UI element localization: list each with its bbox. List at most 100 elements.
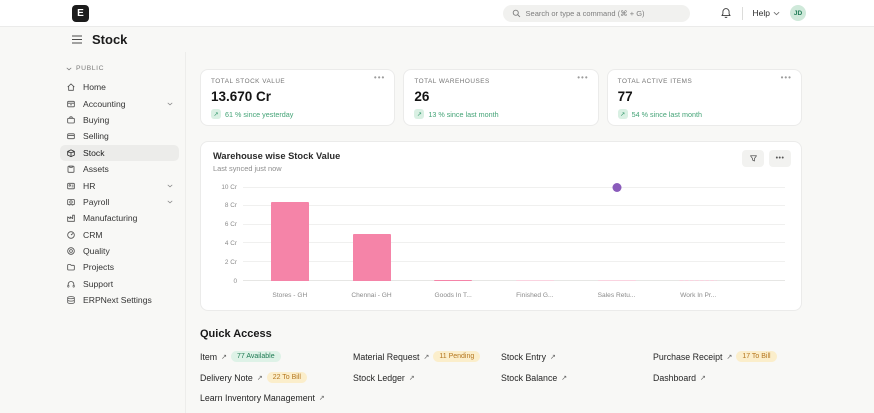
quick-access-title: Quick Access (200, 328, 802, 340)
sidebar-item-label: Projects (83, 262, 114, 272)
sidebar-item-label: Accounting (83, 99, 126, 109)
selling-icon (66, 131, 76, 141)
sidebar-item-crm[interactable]: CRM (60, 227, 179, 243)
sidebar-item-projects[interactable]: Projects (60, 259, 179, 275)
qa-label: Material Request (353, 352, 420, 362)
bar-stores-gh[interactable] (271, 202, 309, 281)
sidebar-item-manufacturing[interactable]: Manufacturing (60, 210, 179, 226)
external-link-icon: ↗ (257, 374, 263, 382)
sidebar-item-support[interactable]: Support (60, 276, 179, 292)
more-options-icon[interactable]: ••• (781, 73, 792, 82)
external-link-icon: ↗ (409, 374, 415, 382)
trend-up-icon: ↗ (618, 109, 628, 119)
stat-change: ↗ 54 % since last month (618, 109, 791, 119)
chevron-down-icon[interactable] (167, 184, 173, 188)
y-tick: 10 Cr (213, 184, 237, 191)
qa-badge[interactable]: 17 To Bill (736, 351, 776, 362)
chevron-down-icon[interactable] (167, 102, 173, 106)
search-input[interactable]: Search or type a command (⌘ + G) (503, 5, 690, 22)
sidebar-item-payroll[interactable]: Payroll (60, 194, 179, 210)
sidebar-item-assets[interactable]: Assets (60, 161, 179, 177)
sidebar-item-home[interactable]: Home (60, 79, 179, 95)
sidebar-item-quality[interactable]: Quality (60, 243, 179, 259)
external-link-icon: ↗ (221, 353, 227, 361)
external-link-icon: ↗ (424, 353, 430, 361)
sidebar-item-label: Manufacturing (83, 213, 137, 223)
payroll-icon (66, 197, 76, 207)
stat-card-total-warehouses: TOTAL WAREHOUSES ••• 26 ↗ 13 % since las… (403, 69, 598, 126)
bar-chennai-gh[interactable] (353, 234, 391, 281)
chart-more-button[interactable]: ••• (769, 150, 791, 167)
y-tick: 8 Cr (213, 202, 237, 209)
sidebar-item-label: Assets (83, 164, 109, 174)
qa-label: Item (200, 352, 217, 362)
stat-value: 13.670 Cr (211, 89, 384, 104)
more-options-icon[interactable]: ••• (374, 73, 385, 82)
x-tick: Chennai - GH (331, 292, 413, 299)
qa-item-learn-inventory-management[interactable]: Learn Inventory Management ↗ (200, 393, 802, 403)
x-axis-labels: Stores - GH Chennai - GH Goods In T... F… (249, 292, 739, 299)
trend-up-icon: ↗ (211, 109, 221, 119)
qa-item-purchase-receipt[interactable]: Purchase Receipt ↗ 17 To Bill (653, 351, 802, 362)
qa-badge[interactable]: 77 Available (231, 351, 281, 362)
ellipsis-icon: ••• (776, 155, 785, 162)
qa-label: Stock Ledger (353, 373, 405, 383)
bar-work-in-progress[interactable] (679, 280, 717, 281)
help-menu[interactable]: Help (753, 8, 780, 18)
quick-access-section: Quick Access Item ↗ 77 Available Materia… (200, 328, 802, 403)
sidebar-section-public[interactable]: PUBLIC (66, 65, 185, 72)
qa-item-stock-ledger[interactable]: Stock Ledger ↗ (353, 372, 501, 383)
more-options-icon[interactable]: ••• (577, 73, 588, 82)
sidebar-item-accounting[interactable]: Accounting (60, 95, 179, 111)
stat-change-text: 61 % since yesterday (225, 110, 293, 119)
search-placeholder: Search or type a command (⌘ + G) (526, 9, 645, 18)
qa-item-stock-balance[interactable]: Stock Balance ↗ (501, 372, 653, 383)
stat-label: TOTAL STOCK VALUE (211, 78, 384, 85)
chart-card: Warehouse wise Stock Value Last synced j… (200, 141, 802, 311)
chevron-down-icon[interactable] (167, 200, 173, 204)
qa-item-stock-entry[interactable]: Stock Entry ↗ (501, 351, 653, 362)
sidebar-item-label: Home (83, 82, 106, 92)
y-tick: 0 (213, 278, 237, 285)
chart-subtitle: Last synced just now (213, 164, 789, 173)
sidebar-item-stock[interactable]: Stock (60, 145, 179, 161)
sidebar: PUBLIC Home Accounting Buying Selling (0, 52, 186, 413)
y-tick: 2 Cr (213, 259, 237, 266)
stat-change-text: 13 % since last month (428, 110, 498, 119)
external-link-icon: ↗ (726, 353, 732, 361)
quality-icon (66, 246, 76, 256)
avatar[interactable]: JD (790, 5, 806, 21)
qa-item-material-request[interactable]: Material Request ↗ 11 Pending (353, 351, 501, 362)
hamburger-menu-icon[interactable] (71, 35, 83, 44)
sidebar-item-selling[interactable]: Selling (60, 128, 179, 144)
stock-icon (66, 148, 76, 158)
bar-sales-return[interactable] (598, 280, 636, 282)
qa-label: Purchase Receipt (653, 352, 722, 362)
sidebar-item-label: Quality (83, 246, 110, 256)
qa-item-dashboard[interactable]: Dashboard ↗ (653, 372, 802, 383)
x-tick: Finished G... (494, 292, 576, 299)
bar-finished-goods[interactable] (516, 280, 554, 282)
qa-label: Stock Entry (501, 352, 546, 362)
x-tick: Goods In T... (412, 292, 494, 299)
crm-icon (66, 230, 76, 240)
qa-label: Delivery Note (200, 373, 253, 383)
sidebar-item-hr[interactable]: HR (60, 177, 179, 193)
qa-badge[interactable]: 11 Pending (433, 351, 480, 362)
chart-dot[interactable] (612, 183, 621, 192)
sidebar-item-label: ERPNext Settings (83, 295, 152, 305)
qa-item-delivery-note[interactable]: Delivery Note ↗ 22 To Bill (200, 372, 353, 383)
stat-card-total-active-items: TOTAL ACTIVE ITEMS ••• 77 ↗ 54 % since l… (607, 69, 802, 126)
qa-item-item[interactable]: Item ↗ 77 Available (200, 351, 353, 362)
notifications-button[interactable] (720, 7, 732, 19)
sidebar-item-label: Payroll (83, 197, 109, 207)
sidebar-item-erpnext-settings[interactable]: ERPNext Settings (60, 292, 179, 308)
topbar: E Search or type a command (⌘ + G) Help … (0, 0, 874, 27)
erpnext-logo-icon[interactable]: E (72, 5, 89, 22)
buying-icon (66, 115, 76, 125)
qa-badge[interactable]: 22 To Bill (267, 372, 307, 383)
filter-button[interactable] (742, 150, 764, 167)
bar-goods-in-transit[interactable] (434, 280, 472, 282)
qa-label: Stock Balance (501, 373, 557, 383)
sidebar-item-buying[interactable]: Buying (60, 112, 179, 128)
